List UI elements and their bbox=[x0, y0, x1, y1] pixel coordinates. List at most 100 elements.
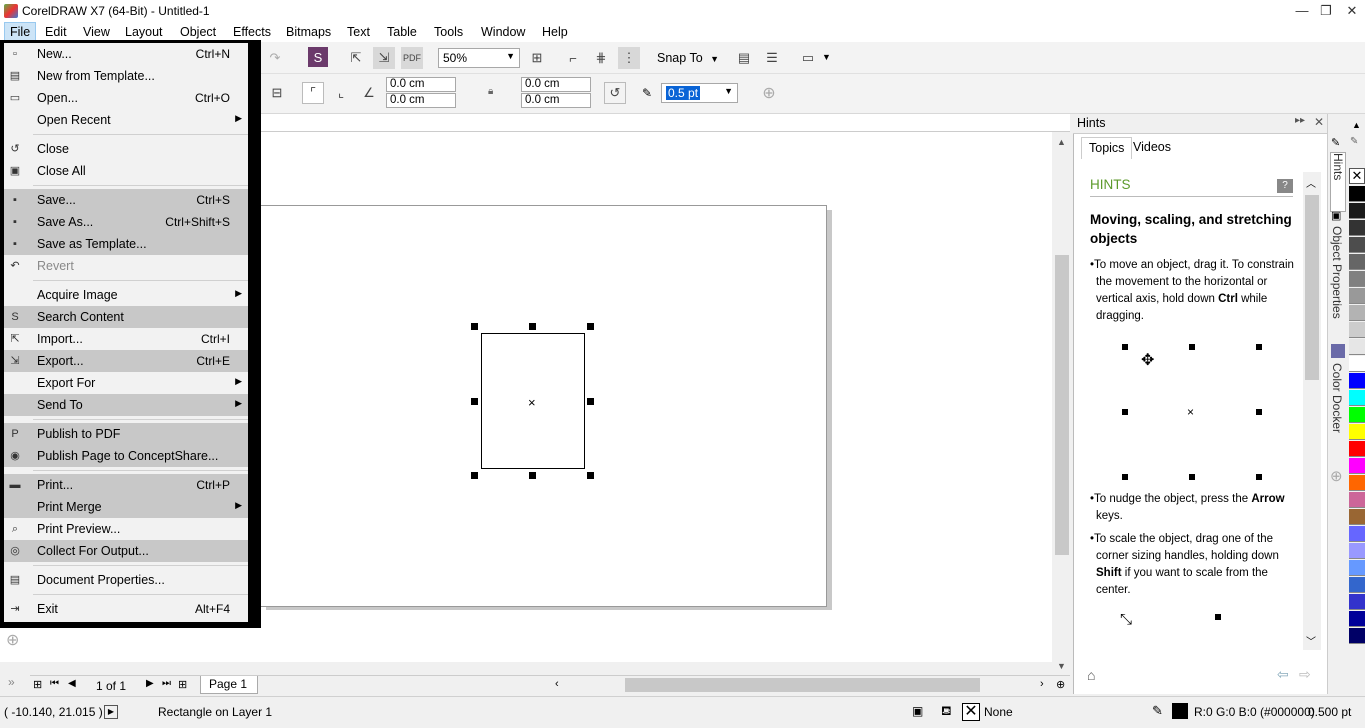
align-icon[interactable]: ⊟ bbox=[266, 82, 288, 104]
play-icon[interactable]: ▶ bbox=[104, 705, 118, 719]
corner-radius-top-left[interactable]: 0.0 cm bbox=[386, 77, 456, 92]
palette-swatch[interactable] bbox=[1349, 441, 1365, 457]
chevron-down-icon[interactable]: ▼ bbox=[822, 52, 831, 62]
grid-icon[interactable]: ⋕ bbox=[590, 47, 612, 69]
chamfered-corner-icon[interactable]: ∠ bbox=[358, 82, 380, 104]
scroll-down-icon[interactable]: ▼ bbox=[1057, 661, 1066, 671]
scroll-up-icon[interactable]: ▲ bbox=[1057, 137, 1066, 147]
back-arrow-icon[interactable]: ⇦ bbox=[1277, 666, 1289, 683]
file-menu-item-exit[interactable]: ⇥ Exit Alt+F4 bbox=[4, 598, 248, 620]
close-window-button[interactable]: ✕ bbox=[1337, 0, 1365, 22]
file-menu-item-import[interactable]: ⇱ Import... Ctrl+I bbox=[4, 328, 248, 350]
file-menu-item-save-as-template[interactable]: ▪ Save as Template... bbox=[4, 233, 248, 255]
rulers-icon[interactable]: ⌐ bbox=[562, 47, 584, 69]
file-menu-item-publish-to-pdf[interactable]: P Publish to PDF bbox=[4, 423, 248, 445]
tab-videos[interactable]: Videos bbox=[1126, 137, 1178, 159]
file-menu-item-collect-for-output[interactable]: ◎ Collect For Output... bbox=[4, 540, 248, 562]
file-menu-item-send-to[interactable]: Send To ▶ bbox=[4, 394, 248, 416]
page-tab[interactable]: Page 1 bbox=[200, 676, 258, 694]
side-tab-hints[interactable]: Hints bbox=[1330, 152, 1346, 212]
add-docker-icon[interactable]: ⊕ bbox=[1330, 467, 1343, 485]
file-menu-item-revert[interactable]: ↶ Revert bbox=[4, 255, 248, 277]
selection-handle[interactable] bbox=[587, 472, 594, 479]
forward-arrow-icon[interactable]: ⇨ bbox=[1299, 666, 1311, 683]
menu-layout[interactable]: Layout bbox=[125, 25, 163, 39]
selection-handle[interactable] bbox=[529, 472, 536, 479]
selection-handle[interactable] bbox=[471, 472, 478, 479]
corner-radius-bottom-right[interactable]: 0.0 cm bbox=[521, 93, 591, 108]
file-menu-item-print[interactable]: ▬ Print... Ctrl+P bbox=[4, 474, 248, 496]
palette-swatch[interactable] bbox=[1349, 509, 1365, 525]
palette-swatch[interactable] bbox=[1349, 475, 1365, 491]
palette-scroll-up-icon[interactable]: ▲ bbox=[1352, 120, 1361, 130]
menu-help[interactable]: Help bbox=[542, 25, 568, 39]
file-menu-item-export-for[interactable]: Export For ▶ bbox=[4, 372, 248, 394]
menu-edit[interactable]: Edit bbox=[45, 25, 67, 39]
add-tool-icon[interactable]: ⊕ bbox=[6, 630, 19, 650]
palette-swatch[interactable] bbox=[1349, 628, 1365, 644]
selection-handle[interactable] bbox=[471, 398, 478, 405]
palette-swatch[interactable] bbox=[1349, 186, 1365, 202]
file-menu-item-new[interactable]: ▫ New... Ctrl+N bbox=[4, 43, 248, 65]
scroll-left-icon[interactable]: ‹ bbox=[555, 678, 559, 690]
lock-icon[interactable]: 🔒︎ bbox=[488, 86, 493, 97]
home-icon[interactable]: ⌂ bbox=[1087, 667, 1095, 683]
file-menu-item-close[interactable]: ↺ Close bbox=[4, 138, 248, 160]
redo-icon[interactable]: ↷ bbox=[264, 47, 286, 69]
corner-radius-top-right[interactable]: 0.0 cm bbox=[521, 77, 591, 92]
menu-file[interactable]: File bbox=[4, 22, 37, 42]
round-corner-icon[interactable]: ⌜ bbox=[302, 82, 324, 104]
file-menu-item-acquire-image[interactable]: Acquire Image ▶ bbox=[4, 284, 248, 306]
palette-swatch[interactable] bbox=[1349, 492, 1365, 508]
no-color-swatch[interactable]: ✕ bbox=[1349, 168, 1365, 184]
guidelines-icon[interactable]: ⋮ bbox=[618, 47, 640, 69]
scalloped-corner-icon[interactable]: ⌞ bbox=[330, 82, 352, 104]
palette-swatch[interactable] bbox=[1349, 305, 1365, 321]
palette-swatch[interactable] bbox=[1349, 594, 1365, 610]
file-menu-item-publish-page-to-conceptshare[interactable]: ◉ Publish Page to ConceptShare... bbox=[4, 445, 248, 467]
import-toolbar-icon[interactable]: ⇱ bbox=[345, 47, 367, 69]
menu-tools[interactable]: Tools bbox=[434, 25, 463, 39]
selection-handle[interactable] bbox=[529, 323, 536, 330]
scroll-right-icon[interactable]: › bbox=[1040, 678, 1044, 690]
last-page-icon[interactable]: ⏭ bbox=[162, 678, 171, 689]
outline-width-combo[interactable]: 0.5 pt ▼ bbox=[661, 83, 738, 103]
next-page-icon[interactable]: ▶ bbox=[146, 678, 154, 689]
relative-corner-scaling-icon[interactable]: ↺ bbox=[604, 82, 626, 104]
file-menu-item-open[interactable]: ▭ Open... Ctrl+O bbox=[4, 87, 248, 109]
palette-swatch[interactable] bbox=[1349, 543, 1365, 559]
add-page-before-icon[interactable]: ⊞ bbox=[33, 678, 42, 691]
canvas-vertical-scroll-thumb[interactable] bbox=[1055, 255, 1069, 555]
selection-handle[interactable] bbox=[587, 398, 594, 405]
add-page-after-icon[interactable]: ⊞ bbox=[178, 678, 187, 691]
selection-handle[interactable] bbox=[471, 323, 478, 330]
zoom-navigator-icon[interactable]: ⊕ bbox=[1056, 678, 1065, 691]
previous-page-icon[interactable]: ◀ bbox=[68, 678, 76, 689]
file-menu-item-new-from-template[interactable]: ▤ New from Template... bbox=[4, 65, 248, 87]
menu-table[interactable]: Table bbox=[387, 25, 417, 39]
palette-swatch[interactable] bbox=[1349, 356, 1365, 372]
palette-swatch[interactable] bbox=[1349, 339, 1365, 355]
corel-connect-icon[interactable]: S bbox=[308, 47, 328, 67]
palette-swatch[interactable] bbox=[1349, 220, 1365, 236]
color-proofing-icon[interactable]: ▣ bbox=[912, 704, 923, 718]
side-tab-color-docker[interactable]: Color Docker bbox=[1330, 363, 1344, 453]
palette-swatch[interactable] bbox=[1349, 203, 1365, 219]
palette-swatch[interactable] bbox=[1349, 254, 1365, 270]
file-menu-item-print-merge[interactable]: Print Merge ▶ bbox=[4, 496, 248, 518]
palette-swatch[interactable] bbox=[1349, 611, 1365, 627]
collapse-docker-icon[interactable]: ▸▸ bbox=[1295, 115, 1305, 126]
menu-view[interactable]: View bbox=[83, 25, 110, 39]
palette-swatch[interactable] bbox=[1349, 237, 1365, 253]
menu-text[interactable]: Text bbox=[347, 25, 370, 39]
palette-swatch[interactable] bbox=[1349, 390, 1365, 406]
launch-icon[interactable]: ▭ bbox=[797, 47, 819, 69]
application-launcher-icon[interactable]: ☰ bbox=[761, 47, 783, 69]
palette-swatch[interactable] bbox=[1349, 458, 1365, 474]
palette-swatch[interactable] bbox=[1349, 560, 1365, 576]
menu-window[interactable]: Window bbox=[481, 25, 525, 39]
selection-handle[interactable] bbox=[587, 323, 594, 330]
add-icon[interactable]: ⊕ bbox=[758, 82, 780, 104]
file-menu-item-save[interactable]: ▪ Save... Ctrl+S bbox=[4, 189, 248, 211]
palette-swatch[interactable] bbox=[1349, 407, 1365, 423]
